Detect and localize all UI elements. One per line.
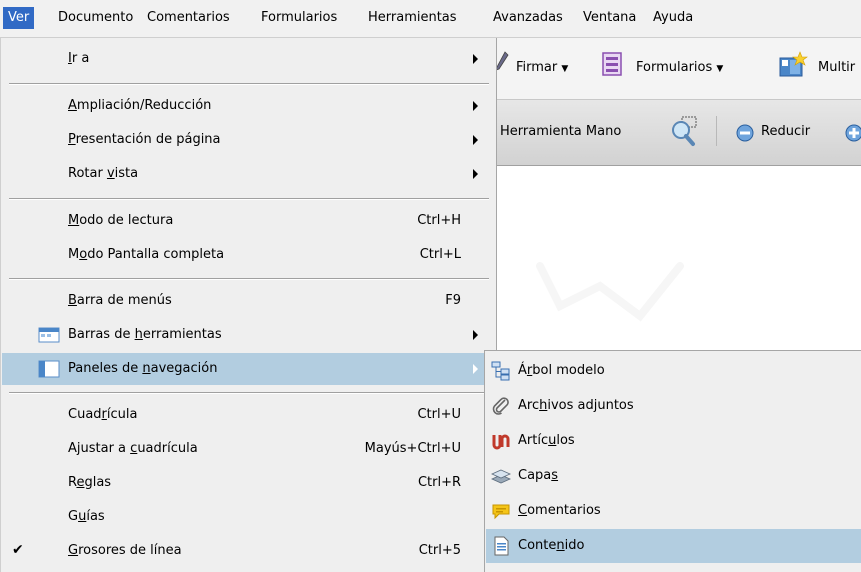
shortcut-label: Ctrl+U	[417, 407, 461, 422]
nav-panels-submenu: Árbol modelo Archivos adjuntos Artículos…	[484, 350, 861, 572]
shortcut-label: Ctrl+L	[419, 247, 461, 262]
tree-icon	[491, 361, 511, 381]
menu-item-cuadricula[interactable]: Cuadrícula Ctrl+U	[2, 399, 496, 431]
forms-button[interactable]: Formularios ▼	[636, 60, 723, 75]
menu-separator	[9, 198, 489, 200]
menu-documento[interactable]: Documento	[53, 7, 138, 29]
menu-bar: Ver Documento Comentarios Formularios He…	[0, 0, 861, 38]
sign-button[interactable]: Firmar ▼	[516, 60, 568, 75]
toolbars-icon	[38, 326, 60, 344]
menu-formularios[interactable]: Formularios	[256, 7, 342, 29]
shortcut-label: Ctrl+H	[417, 213, 461, 228]
menu-item-label: Guías	[68, 509, 105, 524]
submenu-item-archivos-adjuntos[interactable]: Archivos adjuntos	[486, 389, 861, 423]
submenu-item-arbol-modelo[interactable]: Árbol modelo	[486, 354, 861, 388]
paperclip-icon	[491, 396, 511, 416]
checkmark-icon: ✔	[12, 542, 24, 558]
menu-item-label: Paneles de navegación	[68, 361, 218, 376]
submenu-arrow-icon	[473, 330, 478, 340]
menu-item-ir-a[interactable]: Ir a	[2, 43, 496, 75]
menu-item-label: Rotar vista	[68, 166, 139, 181]
speech-bubble-icon	[491, 501, 511, 521]
submenu-item-label: Árbol modelo	[518, 363, 605, 378]
submenu-item-capas[interactable]: Capas	[486, 459, 861, 493]
menu-item-label: Cuadrícula	[68, 407, 138, 422]
sign-pen-icon	[495, 51, 509, 77]
nav-panels-icon	[38, 360, 60, 378]
submenu-item-label: Artículos	[518, 433, 575, 448]
submenu-item-label: Capas	[518, 468, 559, 483]
toolbar-separator	[716, 116, 717, 146]
menu-item-modo-lectura[interactable]: Modo de lectura Ctrl+H	[2, 205, 496, 237]
menu-item-label: Barra de menús	[68, 293, 172, 308]
submenu-arrow-icon	[473, 135, 478, 145]
menu-item-label: Modo Pantalla completa	[68, 247, 225, 262]
forms-icon	[602, 52, 622, 80]
submenu-item-label: Archivos adjuntos	[518, 398, 634, 413]
multimedia-icon	[778, 50, 808, 82]
menu-separator	[9, 278, 489, 280]
menu-herramientas[interactable]: Herramientas	[363, 7, 462, 29]
submenu-item-label: Contenido	[518, 538, 585, 553]
submenu-item-contenido[interactable]: Contenido	[486, 529, 861, 563]
zoom-out-button[interactable]: Reducir	[761, 124, 810, 139]
menu-item-paneles-navegacion[interactable]: Paneles de navegación	[2, 353, 496, 385]
menu-item-ampliacion[interactable]: Ampliación/Reducción	[2, 90, 496, 122]
menu-ver[interactable]: Ver	[3, 7, 35, 29]
menu-separator	[9, 392, 489, 394]
shortcut-label: Ctrl+5	[418, 543, 461, 558]
shortcut-label: Ctrl+R	[417, 475, 461, 490]
document-watermark	[536, 262, 684, 322]
multimedia-button[interactable]: Multir	[818, 60, 855, 75]
submenu-arrow-icon	[473, 364, 478, 374]
menu-item-label: Ampliación/Reducción	[68, 98, 212, 113]
menu-separator	[9, 83, 489, 85]
marquee-zoom-icon[interactable]	[668, 116, 704, 152]
zoom-in-icon[interactable]	[845, 124, 861, 146]
menu-item-label: Reglas	[68, 475, 112, 490]
submenu-arrow-icon	[473, 169, 478, 179]
menu-comentarios[interactable]: Comentarios	[142, 7, 235, 29]
menu-item-guias[interactable]: Guías	[2, 501, 496, 533]
menu-item-label: Grosores de línea	[68, 543, 182, 558]
menu-item-label: Modo de lectura	[68, 213, 174, 228]
submenu-arrow-icon	[473, 54, 478, 64]
menu-item-ajustar-cuadricula[interactable]: Ajustar a cuadrícula Mayús+Ctrl+U	[2, 433, 496, 465]
menu-item-reglas[interactable]: Reglas Ctrl+R	[2, 467, 496, 499]
menu-item-barra-menus[interactable]: Barra de menús F9	[2, 285, 496, 317]
menu-item-barras-herramientas[interactable]: Barras de herramientas	[2, 319, 496, 351]
menu-item-label: Ajustar a cuadrícula	[68, 441, 198, 456]
submenu-item-label: Comentarios	[518, 503, 601, 518]
menu-avanzadas[interactable]: Avanzadas	[488, 7, 568, 29]
menu-ventana[interactable]: Ventana	[578, 7, 641, 29]
view-menu-dropdown: Ir a Ampliación/Reducción Presentación d…	[0, 38, 497, 572]
document-icon	[491, 536, 511, 556]
menu-item-label: Barras de herramientas	[68, 327, 222, 342]
menu-item-grosores-linea[interactable]: ✔ Grosores de línea Ctrl+5	[2, 535, 496, 567]
layers-icon	[491, 466, 511, 486]
submenu-item-comentarios[interactable]: Comentarios	[486, 494, 861, 528]
menu-item-label: Ir a	[68, 51, 90, 66]
hand-tool-button[interactable]: Herramienta Mano	[500, 124, 621, 139]
menu-ayuda[interactable]: Ayuda	[648, 7, 698, 29]
submenu-item-articulos[interactable]: Artículos	[486, 424, 861, 458]
shortcut-label: Mayús+Ctrl+U	[364, 441, 461, 456]
articles-icon	[491, 431, 511, 451]
zoom-out-icon[interactable]	[736, 124, 754, 146]
shortcut-label: F9	[445, 293, 461, 308]
menu-item-label: Presentación de página	[68, 132, 221, 147]
menu-item-rotar-vista[interactable]: Rotar vista	[2, 158, 496, 190]
menu-item-pantalla-completa[interactable]: Modo Pantalla completa Ctrl+L	[2, 239, 496, 271]
menu-item-presentacion[interactable]: Presentación de página	[2, 124, 496, 156]
submenu-arrow-icon	[473, 101, 478, 111]
